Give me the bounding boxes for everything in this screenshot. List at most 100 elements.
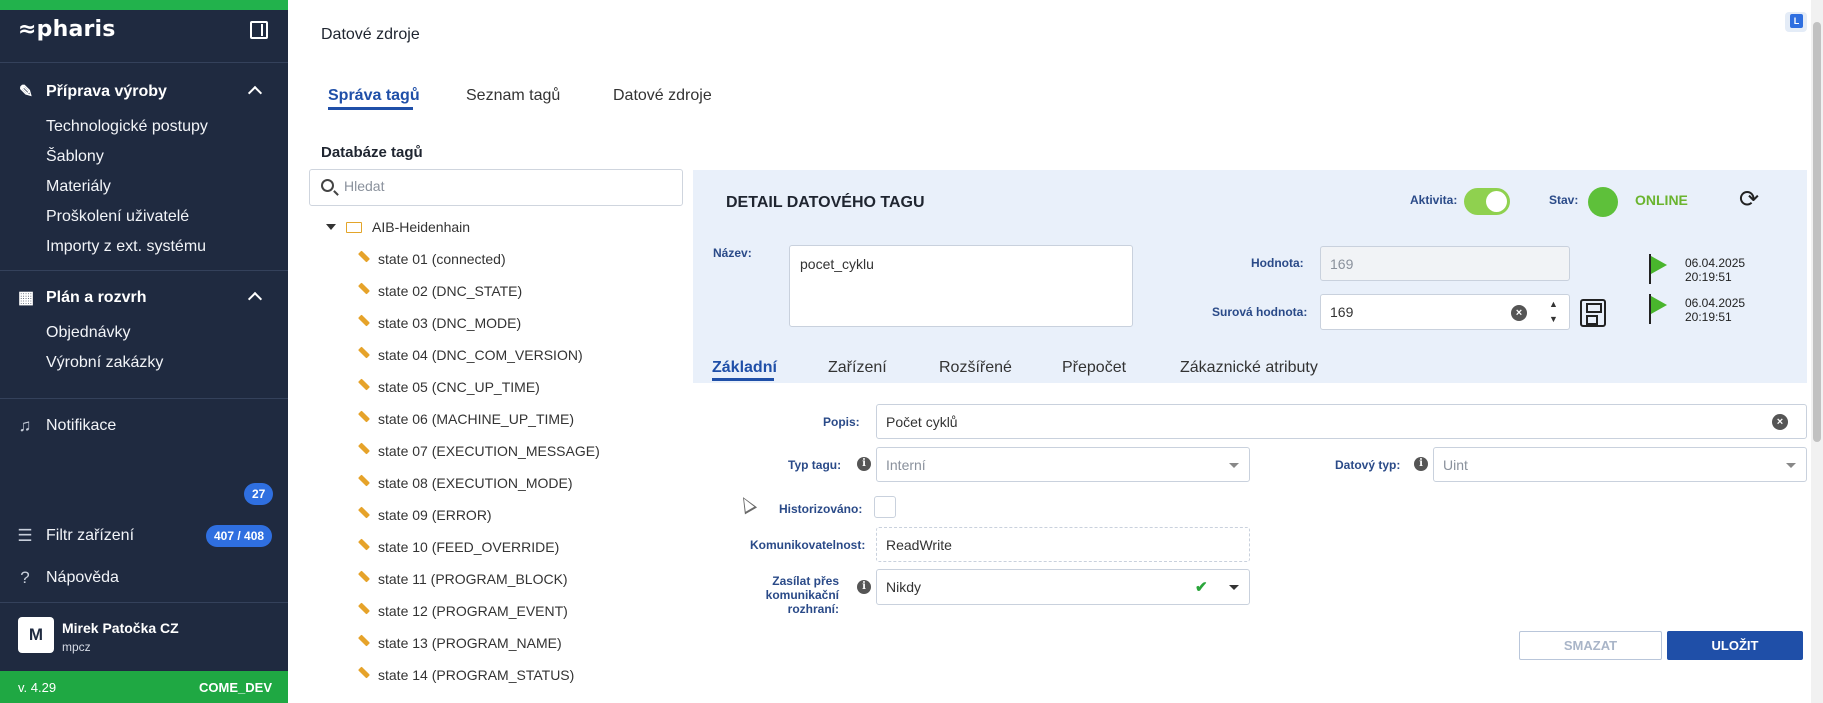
increment-icon[interactable]: ▲: [1549, 300, 1558, 309]
active-tab-indicator: [328, 107, 413, 110]
tree-item-label: state 11 (PROGRAM_BLOCK): [378, 571, 568, 587]
tree-item[interactable]: state 06 (MACHINE_UP_TIME): [357, 409, 575, 427]
tree-item[interactable]: state 09 (ERROR): [357, 505, 492, 523]
search-input[interactable]: [344, 178, 664, 194]
check-icon: ✔: [1195, 579, 1208, 596]
historizovano-checkbox[interactable]: [874, 496, 896, 518]
divider: [0, 398, 288, 399]
version-label: v. 4.29: [18, 680, 57, 695]
info-icon[interactable]: i: [1414, 457, 1428, 471]
datovy-typ-label: Datový typ:: [1335, 458, 1401, 472]
tab-rozsirene[interactable]: Rozšířené: [939, 359, 1012, 377]
caret-down-icon: [1786, 463, 1796, 468]
popis-text: Počet cyklů: [886, 414, 958, 430]
tree-item-label: state 13 (PROGRAM_NAME): [378, 635, 562, 651]
tree-item-label: state 04 (DNC_COM_VERSION): [378, 347, 583, 363]
sidebar-item-importy[interactable]: Importy z ext. systému: [46, 238, 206, 256]
corner-badge[interactable]: L: [1785, 12, 1807, 32]
clear-icon[interactable]: ×: [1511, 305, 1527, 321]
tab-sprava-tagu[interactable]: Správa tagů: [328, 87, 420, 105]
sidebar-item-proskoleni[interactable]: Proškolení uživatelé: [46, 208, 189, 226]
calendar-icon: ▦: [17, 288, 35, 307]
sidebar-item-materialy[interactable]: Materiály: [46, 178, 111, 196]
avatar[interactable]: M: [18, 617, 54, 653]
save-value-icon[interactable]: [1580, 299, 1606, 327]
active-detail-tab-indicator: [712, 378, 774, 381]
caret-down-icon[interactable]: [1229, 585, 1239, 590]
tree-item-label: state 12 (PROGRAM_EVENT): [378, 603, 568, 619]
filter-icon: ☰: [17, 526, 33, 545]
scrollbar-thumb[interactable]: [1813, 22, 1821, 442]
activity-label: Aktivita:: [1410, 193, 1458, 207]
tree-item[interactable]: state 01 (connected): [357, 249, 506, 267]
timestamp-time: 20:19:51: [1685, 270, 1732, 284]
tree-item[interactable]: state 03 (DNC_MODE): [357, 313, 521, 331]
tab-seznam-tagu[interactable]: Seznam tagů: [466, 87, 560, 105]
zasilat-select[interactable]: Nikdy ✔: [876, 569, 1250, 605]
tree-item[interactable]: state 05 (CNC_UP_TIME): [357, 377, 540, 395]
tree-item[interactable]: state 11 (PROGRAM_BLOCK): [357, 569, 568, 587]
sidebar-item-notifikace[interactable]: ♫ Notifikace: [14, 416, 117, 436]
save-button[interactable]: ULOŽIT: [1667, 631, 1803, 660]
detail-title: DETAIL DATOVÉHO TAGU: [726, 194, 925, 211]
info-icon[interactable]: i: [857, 457, 871, 471]
tab-datove-zdroje[interactable]: Datové zdroje: [613, 87, 712, 105]
section-title: Plán a rozvrh: [46, 289, 147, 306]
app-logo[interactable]: ≈pharis: [18, 17, 116, 42]
version-bar: v. 4.29 COME_DEV: [0, 671, 288, 703]
activity-toggle[interactable]: [1464, 188, 1510, 215]
tree-item[interactable]: state 14 (PROGRAM_STATUS): [357, 665, 574, 683]
sidebar-item-vyrobni-zakazky[interactable]: Výrobní zakázky: [46, 354, 163, 372]
tree-item[interactable]: state 04 (DNC_COM_VERSION): [357, 345, 583, 363]
search-box: [309, 169, 683, 206]
chevron-up-icon[interactable]: [247, 85, 263, 101]
section-header-priprava[interactable]: ✎ Příprava výroby: [16, 80, 167, 104]
historizovano-label: Historizováno:: [779, 502, 863, 516]
tree-item[interactable]: state 13 (PROGRAM_NAME): [357, 633, 562, 651]
tab-zarizeni[interactable]: Zařízení: [828, 359, 887, 377]
sidebar-collapse-icon[interactable]: [250, 21, 268, 39]
datovy-typ-select: Uint: [1433, 447, 1807, 482]
device-filter-label: Filtr zařízení: [46, 527, 135, 544]
popis-field[interactable]: Počet cyklů ×: [876, 404, 1807, 439]
tab-zakladni[interactable]: Základní: [712, 359, 777, 377]
tree-item-label: state 06 (MACHINE_UP_TIME): [378, 411, 575, 427]
device-filter-count-badge: 407 / 408: [206, 525, 273, 547]
divider: [0, 602, 288, 603]
raw-value-text: 169: [1330, 304, 1354, 320]
sidebar-item-objednavky[interactable]: Objednávky: [46, 324, 131, 342]
value-text: 169: [1330, 256, 1354, 272]
chevron-up-icon[interactable]: [247, 291, 263, 307]
clear-icon[interactable]: ×: [1772, 414, 1788, 430]
caret-down-icon[interactable]: [326, 224, 336, 230]
sidebar-item-filtr-zarizeni[interactable]: ☰ Filtr zařízení: [14, 526, 134, 546]
environment-label: COME_DEV: [199, 680, 272, 695]
tools-icon: ✎: [18, 82, 34, 101]
zasilat-value: Nikdy: [886, 579, 922, 595]
tree-item[interactable]: state 10 (FEED_OVERRIDE): [357, 537, 559, 555]
delete-button[interactable]: SMAZAT: [1519, 631, 1662, 660]
info-icon[interactable]: i: [857, 580, 871, 594]
tree-root-node[interactable]: AIB-Heidenhain: [326, 219, 470, 235]
refresh-icon[interactable]: ⟳: [1736, 187, 1762, 213]
tree-item[interactable]: state 12 (PROGRAM_EVENT): [357, 601, 568, 619]
raw-value-field[interactable]: 169 × ▲ ▼: [1320, 294, 1570, 330]
sidebar-item-sablony[interactable]: Šablony: [46, 148, 104, 166]
sidebar-item-technologicke-postupy[interactable]: Technologické postupy: [46, 118, 208, 136]
tree-item[interactable]: state 07 (EXECUTION_MESSAGE): [357, 441, 600, 459]
tree-item[interactable]: state 08 (EXECUTION_MODE): [357, 473, 573, 491]
name-label: Název:: [713, 246, 752, 260]
decrement-icon[interactable]: ▼: [1549, 315, 1558, 324]
section-header-plan[interactable]: ▦ Plán a rozvrh: [16, 286, 147, 310]
tag-icon: [357, 505, 371, 519]
tree-item[interactable]: state 02 (DNC_STATE): [357, 281, 523, 299]
tab-prepocet[interactable]: Přepočet: [1062, 359, 1126, 377]
datovy-typ-value: Uint: [1443, 457, 1468, 473]
tree-item-label: state 02 (DNC_STATE): [378, 283, 523, 299]
komunikovatelnost-field[interactable]: ReadWrite: [876, 527, 1250, 562]
sidebar-item-napoveda[interactable]: ? Nápověda: [14, 568, 119, 588]
name-field[interactable]: pocet_cyklu: [789, 245, 1133, 327]
tab-zakaznicke-atributy[interactable]: Zákaznické atributy: [1180, 359, 1318, 377]
help-label: Nápověda: [46, 569, 119, 586]
popis-label: Popis:: [823, 415, 860, 429]
